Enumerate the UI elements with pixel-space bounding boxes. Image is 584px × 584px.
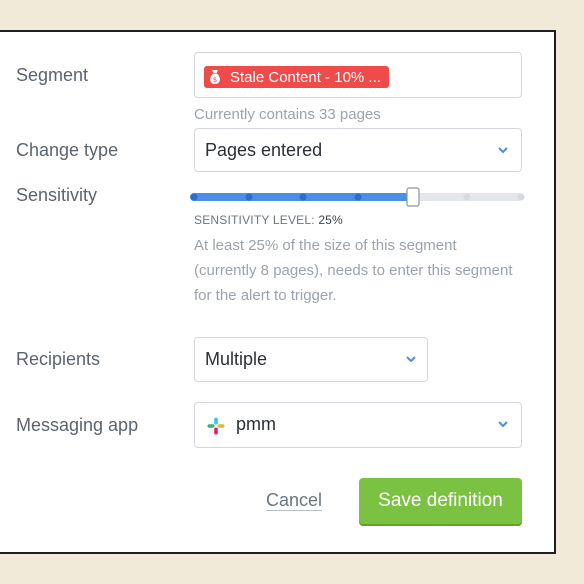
change-type-label: Change type [16, 140, 119, 160]
chevron-down-icon [406, 356, 416, 363]
segment-label: Segment [16, 65, 89, 85]
chevron-down-icon [498, 147, 508, 154]
messaging-app-select[interactable]: pmm [194, 402, 522, 448]
change-type-value: Pages entered [205, 140, 323, 160]
slider-handle[interactable] [406, 187, 420, 207]
change-type-select[interactable]: Pages entered [194, 128, 522, 172]
slider-step [190, 193, 198, 201]
slider-step [299, 193, 307, 201]
segment-field[interactable]: $ Stale Content - 10% ... [194, 52, 522, 98]
sensitivity-label: Sensitivity [16, 185, 98, 205]
sensitivity-slider[interactable] [188, 186, 528, 208]
sensitivity-description-line: (currently 8 pages), needs to enter this… [194, 262, 513, 279]
recipients-value: Multiple [205, 349, 268, 369]
slider-step [517, 193, 525, 201]
sensitivity-description-line: for the alert to trigger. [194, 287, 337, 304]
messaging-app-value: pmm [236, 414, 276, 434]
segment-tag[interactable]: $ Stale Content - 10% ... [204, 66, 389, 88]
messaging-app-label: Messaging app [16, 415, 139, 435]
recipients-select[interactable]: Multiple [194, 337, 428, 382]
sensitivity-level-value: 25% [318, 213, 343, 227]
svg-text:$: $ [213, 76, 217, 84]
sensitivity-level-label: SENSITIVITY LEVEL: [194, 213, 315, 227]
save-definition-button[interactable]: Save definition [359, 478, 522, 524]
sensitivity-description: At least 25% of the size of this segment… [194, 233, 513, 308]
slack-icon [207, 417, 225, 435]
slider-step [245, 193, 253, 201]
cancel-button[interactable]: Cancel [266, 490, 322, 511]
slider-step [354, 193, 362, 201]
slider-step [463, 193, 471, 201]
segment-helper-text: Currently contains 33 pages [194, 106, 381, 123]
recipients-label: Recipients [16, 349, 101, 369]
sensitivity-level: SENSITIVITY LEVEL: 25% [194, 213, 343, 227]
sensitivity-description-line: At least 25% of the size of this segment [194, 237, 457, 254]
alert-definition-panel: Segment $ Stale Content - 10% ... Curren… [0, 30, 556, 554]
money-bag-icon: $ [206, 66, 224, 88]
segment-tag-label: Stale Content - 10% ... [230, 68, 381, 86]
chevron-down-icon [498, 421, 508, 428]
